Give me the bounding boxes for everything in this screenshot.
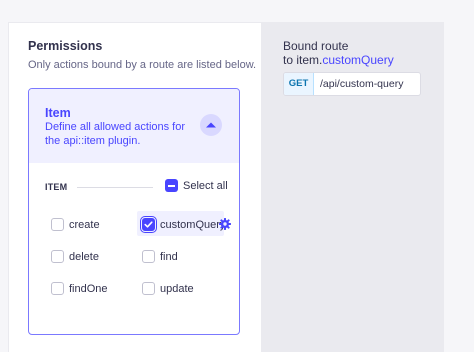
select-all-checkbox[interactable] [165,179,178,192]
bound-route-prefix: to item. [283,53,323,67]
card-header[interactable]: Item Define all allowed actions for the … [29,89,239,163]
card-title: Item [45,106,71,120]
action-checkbox[interactable] [142,282,155,295]
permissions-subtitle: Only actions bound by a route are listed… [28,59,257,71]
select-all-label: Select all [183,180,228,192]
action-checkbox[interactable] [51,250,64,263]
action-label: customQuery [160,219,226,231]
action-label: update [160,283,194,295]
bound-route-title: Bound route to item.customQuery [283,39,433,67]
check-icon [144,221,153,228]
route-display: GET /api/custom-query [283,72,421,96]
action-label: delete [69,251,99,263]
gear-icon[interactable] [219,218,231,230]
action-label: create [69,219,100,231]
section-label: ITEM [45,182,68,192]
item-permissions-card: Item Define all allowed actions for the … [28,88,240,335]
action-checkbox[interactable] [51,218,64,231]
collapse-button[interactable] [200,114,222,136]
permissions-title: Permissions [28,39,103,53]
bound-route-heading: Bound route [283,39,349,53]
section-divider [77,187,153,188]
action-label: find [160,251,178,263]
http-method-badge: GET [284,73,314,95]
bound-route-target: to item.customQuery [283,53,433,67]
chevron-up-icon [206,122,216,128]
action-label: findOne [69,283,108,295]
action-checkbox[interactable] [142,250,155,263]
card-description: Define all allowed actions for the api::… [45,121,186,147]
bound-route-action: customQuery [322,53,394,67]
route-path: /api/custom-query [320,78,404,90]
action-checkbox[interactable] [140,216,157,233]
page-edge [444,22,474,352]
action-checkbox[interactable] [51,282,64,295]
